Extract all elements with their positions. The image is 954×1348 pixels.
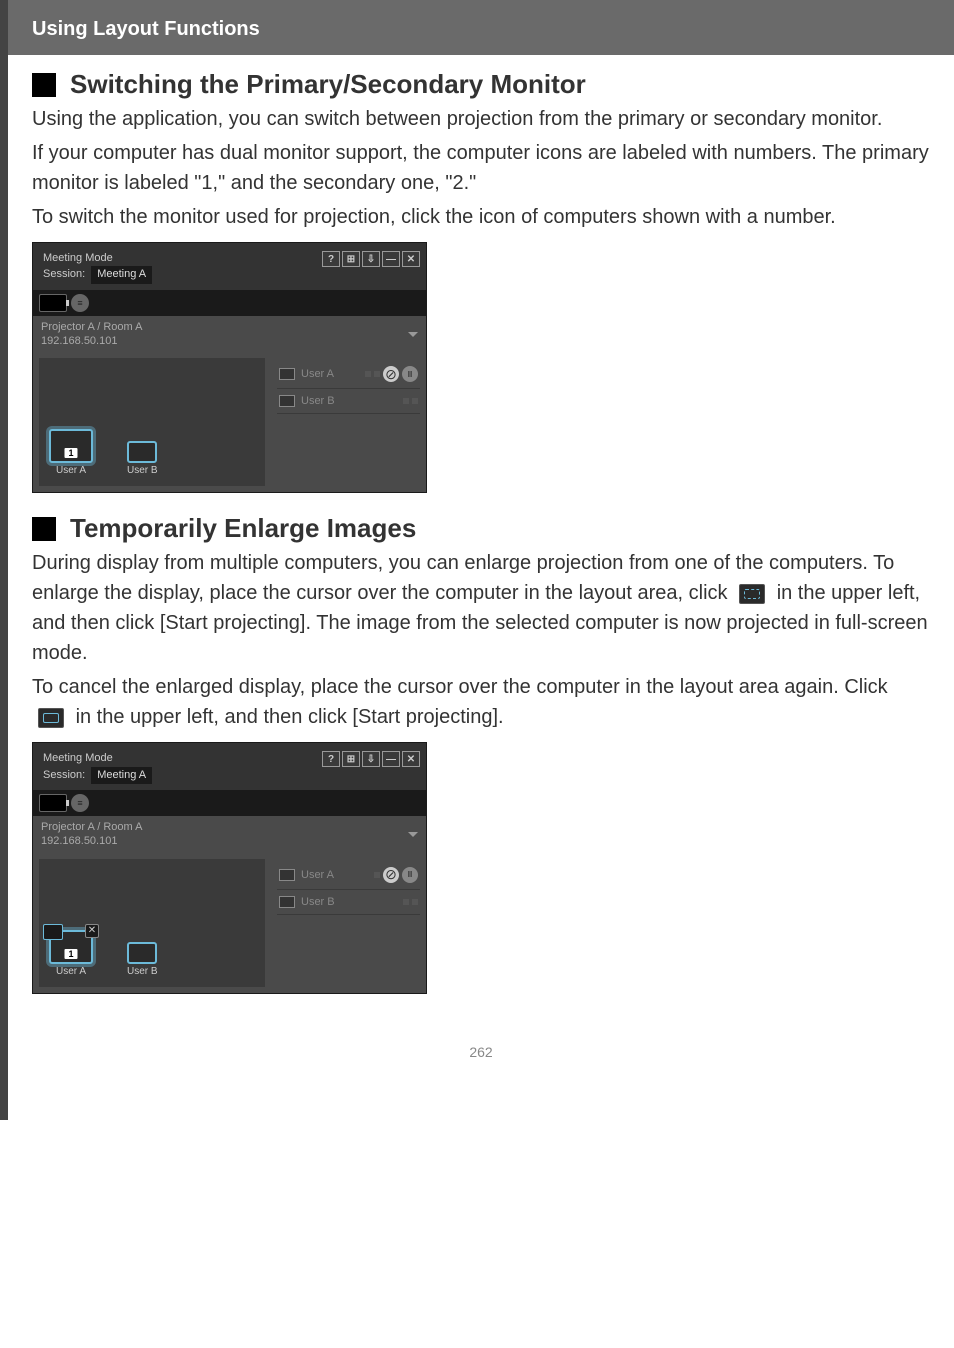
- app-titlebar: Meeting Mode Session: Meeting A ? ⊞ ⇩ — …: [33, 743, 426, 790]
- close-overlay-icon[interactable]: ✕: [85, 924, 99, 938]
- pause-icon[interactable]: II: [402, 867, 418, 883]
- app-screenshot-1: Meeting Mode Session: Meeting A ? ⊞ ⇩ — …: [32, 242, 427, 493]
- monitor-icon: [127, 942, 157, 964]
- stop-icon[interactable]: [383, 366, 399, 382]
- enlarge-icon: [739, 584, 765, 604]
- projector-info-bar[interactable]: Projector A / Room A 192.168.50.101: [33, 816, 426, 853]
- section-2-heading: Temporarily Enlarge Images: [32, 513, 930, 544]
- computer-user-a[interactable]: ✕ 1 User A: [49, 930, 93, 977]
- section-bullet-icon: [32, 73, 56, 97]
- close-icon[interactable]: ✕: [402, 751, 420, 767]
- status-dot-icon: [403, 398, 409, 404]
- user-monitor-icon: [279, 869, 295, 881]
- section-2-para-2: To cancel the enlarged display, place th…: [32, 672, 930, 732]
- status-dot-icon: [374, 872, 380, 878]
- meeting-mode-label: Meeting Mode: [43, 251, 152, 266]
- projector-ip: 192.168.50.101: [41, 834, 143, 848]
- projector-tab-icon[interactable]: [39, 294, 67, 312]
- list-tab-icon[interactable]: ≡: [71, 794, 89, 812]
- tab-strip: ≡: [33, 790, 426, 816]
- monitor-badge: 1: [64, 949, 77, 959]
- section-2-para-1: During display from multiple computers, …: [32, 548, 930, 668]
- help-icon[interactable]: ?: [322, 751, 340, 767]
- user-row[interactable]: User B: [277, 890, 420, 915]
- section-1-para-2: If your computer has dual monitor suppor…: [32, 138, 930, 198]
- monitor-badge: 1: [64, 448, 77, 458]
- user-monitor-icon: [279, 395, 295, 407]
- pause-icon[interactable]: II: [402, 366, 418, 382]
- computer-user-b[interactable]: User B: [127, 942, 158, 977]
- computer-user-a[interactable]: 1 User A: [49, 429, 93, 476]
- header-title: Using Layout Functions: [32, 18, 930, 41]
- tab-strip: ≡: [33, 290, 426, 316]
- status-dot-icon: [374, 371, 380, 377]
- computer-label: User A: [49, 966, 93, 977]
- user-name: User A: [301, 869, 334, 881]
- user-list: User A II User B: [271, 853, 426, 993]
- session-dropdown[interactable]: Meeting A: [91, 767, 152, 784]
- section-bullet-icon: [32, 517, 56, 541]
- shrink-icon: [38, 708, 64, 728]
- user-list: User A II User B: [271, 352, 426, 492]
- page-header: Using Layout Functions: [8, 0, 954, 55]
- app-titlebar: Meeting Mode Session: Meeting A ? ⊞ ⇩ — …: [33, 243, 426, 290]
- user-row[interactable]: User A II: [277, 360, 420, 389]
- computer-label: User A: [49, 465, 93, 476]
- status-dot-icon: [412, 899, 418, 905]
- status-dot-icon: [412, 398, 418, 404]
- computer-user-b[interactable]: User B: [127, 441, 158, 476]
- session-label: Session:: [43, 267, 85, 282]
- page-number: 262: [32, 1044, 930, 1060]
- section-1-para-3: To switch the monitor used for projectio…: [32, 202, 930, 232]
- section-1-para-1: Using the application, you can switch be…: [32, 104, 930, 134]
- para-text: in the upper left, and then click [Start…: [76, 706, 504, 728]
- grid-icon[interactable]: ⊞: [342, 751, 360, 767]
- section-2-title: Temporarily Enlarge Images: [70, 513, 416, 544]
- status-dot-icon: [403, 899, 409, 905]
- projector-tab-icon[interactable]: [39, 794, 67, 812]
- projector-info-bar[interactable]: Projector A / Room A 192.168.50.101: [33, 316, 426, 353]
- section-1-title: Switching the Primary/Secondary Monitor: [70, 69, 586, 100]
- download-icon[interactable]: ⇩: [362, 751, 380, 767]
- session-label: Session:: [43, 768, 85, 783]
- monitor-icon-selected: ✕ 1: [49, 930, 93, 964]
- user-name: User B: [301, 896, 335, 908]
- enlarge-overlay-icon[interactable]: [43, 924, 63, 940]
- section-1-heading: Switching the Primary/Secondary Monitor: [32, 69, 930, 100]
- close-icon[interactable]: ✕: [402, 251, 420, 267]
- user-row[interactable]: User A II: [277, 861, 420, 890]
- user-name: User B: [301, 395, 335, 407]
- grid-icon[interactable]: ⊞: [342, 251, 360, 267]
- computer-label: User B: [127, 966, 158, 977]
- monitor-icon: [127, 441, 157, 463]
- user-name: User A: [301, 368, 334, 380]
- minimize-icon[interactable]: —: [382, 251, 400, 267]
- layout-area[interactable]: ✕ 1 User A User B: [39, 859, 265, 987]
- list-tab-icon[interactable]: ≡: [71, 294, 89, 312]
- download-icon[interactable]: ⇩: [362, 251, 380, 267]
- projector-ip: 192.168.50.101: [41, 334, 143, 348]
- meeting-mode-label: Meeting Mode: [43, 751, 152, 766]
- status-dot-icon: [365, 371, 371, 377]
- computer-label: User B: [127, 465, 158, 476]
- session-dropdown[interactable]: Meeting A: [91, 266, 152, 283]
- para-text: To cancel the enlarged display, place th…: [32, 676, 888, 698]
- monitor-icon-selected: 1: [49, 429, 93, 463]
- app-screenshot-2: Meeting Mode Session: Meeting A ? ⊞ ⇩ — …: [32, 742, 427, 993]
- projector-name: Projector A / Room A: [41, 320, 143, 334]
- chevron-down-icon: [408, 832, 418, 837]
- user-monitor-icon: [279, 896, 295, 908]
- minimize-icon[interactable]: —: [382, 751, 400, 767]
- help-icon[interactable]: ?: [322, 251, 340, 267]
- layout-area[interactable]: 1 User A User B: [39, 358, 265, 486]
- projector-name: Projector A / Room A: [41, 820, 143, 834]
- user-row[interactable]: User B: [277, 389, 420, 414]
- chevron-down-icon: [408, 332, 418, 337]
- user-monitor-icon: [279, 368, 295, 380]
- stop-icon[interactable]: [383, 867, 399, 883]
